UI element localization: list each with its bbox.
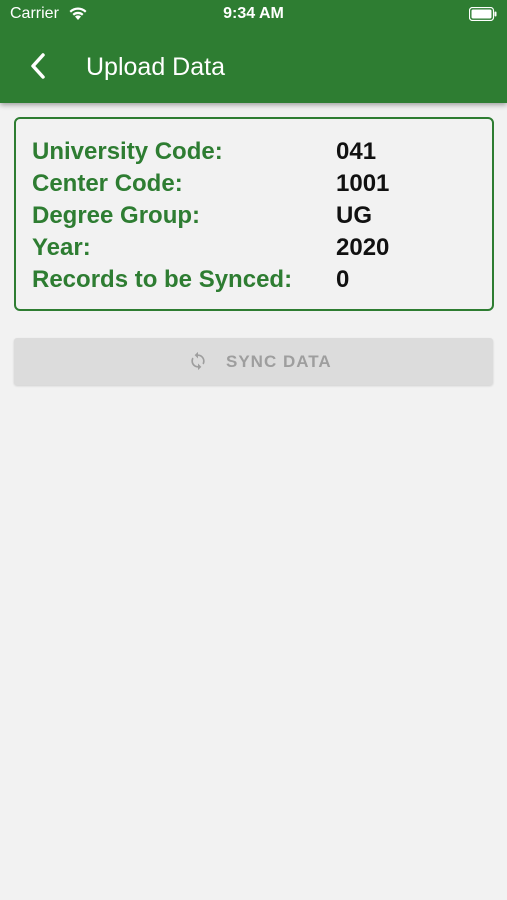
info-row-records-to-sync: Records to be Synced: 0 bbox=[16, 264, 492, 296]
degree-group-value: UG bbox=[336, 202, 372, 229]
status-time: 9:34 AM bbox=[223, 5, 284, 22]
info-row-degree-group: Degree Group: UG bbox=[16, 200, 492, 232]
center-code-label: Center Code: bbox=[32, 170, 183, 197]
page-title: Upload Data bbox=[86, 53, 225, 81]
info-row-center-code: Center Code: 1001 bbox=[16, 168, 492, 200]
year-label: Year: bbox=[32, 234, 91, 261]
navigation-bar: Upload Data bbox=[0, 36, 507, 98]
university-code-label: University Code: bbox=[32, 138, 223, 165]
records-to-sync-value: 0 bbox=[336, 266, 350, 293]
chevron-left-icon bbox=[31, 53, 45, 79]
year-value: 2020 bbox=[336, 234, 390, 261]
sync-icon bbox=[188, 351, 208, 376]
records-to-sync-label: Records to be Synced: bbox=[32, 266, 293, 293]
degree-group-label: Degree Group: bbox=[32, 202, 201, 229]
back-button[interactable] bbox=[22, 48, 58, 84]
sync-data-button[interactable]: SYNC DATA bbox=[14, 338, 493, 385]
center-code-value: 1001 bbox=[336, 170, 390, 197]
app-header: Carrier 9:34 AM Upload Data bbox=[0, 0, 507, 103]
upload-info-card: University Code: 041 Center Code: 1001 D… bbox=[14, 117, 494, 311]
university-code-value: 041 bbox=[336, 138, 377, 165]
sync-data-label: SYNC DATA bbox=[226, 352, 332, 371]
info-row-year: Year: 2020 bbox=[16, 232, 492, 264]
status-bar: Carrier 9:34 AM bbox=[0, 0, 507, 32]
battery-icon bbox=[468, 6, 497, 26]
info-row-university-code: University Code: 041 bbox=[16, 136, 492, 168]
